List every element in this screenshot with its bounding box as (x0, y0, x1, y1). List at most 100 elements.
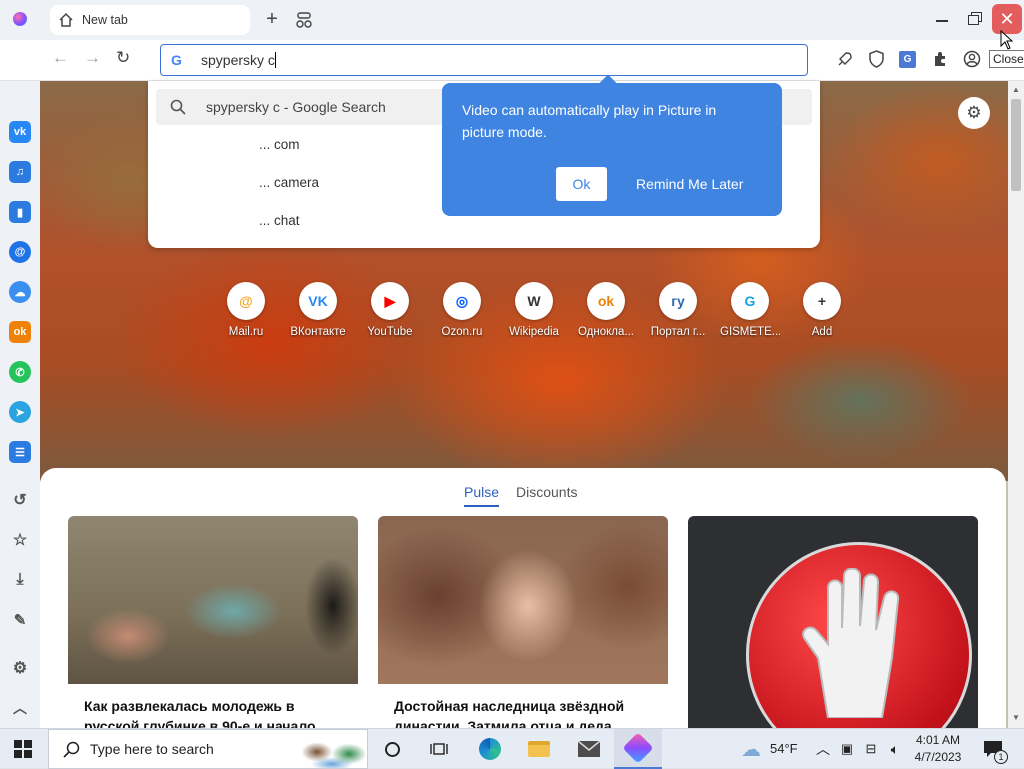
taskbar: Type here to search ☁ 54°F ︿ ▣ ⊟ 🔈︎ 4:01… (0, 728, 1024, 769)
whatsapp-icon[interactable]: ✆ (9, 361, 31, 383)
weather-icon[interactable]: ☁ (738, 737, 764, 761)
telegram-icon[interactable]: ➤ (9, 401, 31, 423)
mouse-cursor-icon (1000, 30, 1014, 50)
file-explorer-icon[interactable] (526, 737, 552, 761)
page-settings-button[interactable]: ⚙ (958, 97, 990, 129)
tab-discounts[interactable]: Discounts (516, 484, 577, 500)
theme-icon[interactable]: ✎ (9, 609, 31, 631)
speed-dial-tile[interactable]: @ Mail.ru (216, 282, 276, 338)
translate-icon[interactable]: G (899, 51, 916, 68)
site-icon: ▶ (371, 282, 409, 320)
notifications-icon[interactable]: 1 (980, 737, 1008, 764)
clock-date: 4/7/2023 (914, 750, 962, 764)
tile-label: YouTube (367, 326, 413, 338)
suggestion-text: ... camera (259, 175, 320, 190)
profile-icon[interactable] (963, 50, 981, 68)
remind-later-button[interactable]: Remind Me Later (636, 167, 743, 201)
start-button[interactable] (10, 737, 36, 761)
search-icon (170, 99, 186, 115)
news-card[interactable]: Достойная наследница звёздной династии. … (378, 516, 668, 728)
plus-icon: + (803, 282, 841, 320)
speed-dial-tile[interactable]: VK ВКонтакте (288, 282, 348, 338)
suggestion-text: ... com (259, 137, 300, 152)
page-scrollbar[interactable]: ▲ ▼ (1008, 81, 1024, 728)
mail-icon[interactable]: @ (9, 241, 31, 263)
weather-temp[interactable]: 54°F (770, 741, 798, 756)
collapse-icon[interactable]: ︿ (9, 697, 31, 719)
extensions-icon[interactable] (932, 51, 949, 68)
speed-dial-tile[interactable]: W Wikipedia (504, 282, 564, 338)
tile-label: Add (811, 326, 833, 338)
downloads-icon[interactable]: ⤓ (9, 569, 31, 591)
minimize-button[interactable] (936, 20, 948, 22)
mail-app-icon[interactable] (576, 737, 602, 761)
site-icon: G (731, 282, 769, 320)
news-card[interactable]: Как развлекалась молодежь в русской глуб… (68, 516, 358, 728)
speed-dial-tile[interactable]: ◎ Ozon.ru (432, 282, 492, 338)
volume-muted-icon[interactable]: 🔈︎ (882, 737, 908, 761)
history-icon[interactable]: ↺ (9, 489, 31, 511)
new-tab-button[interactable]: + (262, 9, 282, 29)
back-button[interactable]: ← (52, 49, 69, 66)
address-input[interactable]: spypersky c (201, 52, 275, 68)
music-icon[interactable]: ♫ (9, 161, 31, 183)
rocket-icon[interactable] (836, 51, 853, 68)
browser-taskbar-button[interactable] (614, 729, 662, 769)
list-icon[interactable]: ☰ (9, 441, 31, 463)
tray-chevron-icon[interactable]: ︿ (810, 737, 836, 761)
meet-now-icon[interactable]: ▣ (834, 737, 860, 761)
suggestion-item[interactable]: ... camera (259, 175, 319, 190)
search-highlight-image (297, 732, 367, 768)
scroll-down-arrow[interactable]: ▼ (1012, 713, 1020, 722)
tile-label: Портал г... (650, 326, 706, 338)
clock[interactable]: 4:01 AM 4/7/2023 (910, 732, 966, 766)
clock-time: 4:01 AM (915, 733, 961, 747)
tab-pulse-label: Pulse (464, 484, 500, 500)
tab-groups-icon[interactable] (295, 11, 313, 29)
news-card-title: Как развлекалась молодежь в русской глуб… (84, 698, 316, 728)
search-icon (63, 741, 80, 758)
settings-icon[interactable]: ⚙ (9, 657, 31, 679)
ok-button[interactable]: Ok (556, 167, 607, 201)
sidebar: vk ♫ ▮ @ ☁ ok ✆ ➤ ☰ ↺ ☆ ⤓ ✎ ⚙ ︿ (0, 81, 40, 728)
bookmarks-icon[interactable]: ☆ (9, 529, 31, 551)
cortana-icon[interactable] (379, 737, 405, 761)
text-caret (274, 52, 276, 68)
speed-dial-tile[interactable]: ▶ YouTube (360, 282, 420, 338)
address-bar[interactable]: G spypersky c (160, 44, 808, 76)
scroll-thumb[interactable] (1011, 99, 1021, 191)
site-icon: VK (299, 282, 337, 320)
speed-dial-tile[interactable]: G GISMETE... (720, 282, 780, 338)
restore-button[interactable] (968, 12, 984, 26)
add-tile-button[interactable]: + Add (792, 282, 852, 338)
browser-logo-icon[interactable] (13, 12, 27, 26)
cloud-icon[interactable]: ☁ (9, 281, 31, 303)
close-tooltip: Close (989, 50, 1024, 68)
ok-icon[interactable]: ok (9, 321, 31, 343)
suggestion-text: ... chat (259, 213, 300, 228)
remind-later-label: Remind Me Later (636, 176, 744, 192)
network-icon[interactable]: ⊟ (858, 737, 884, 761)
speed-dial-tile[interactable]: ok Однокла... (576, 282, 636, 338)
windows-icon (14, 740, 32, 758)
tab-new-tab[interactable]: New tab (50, 5, 250, 35)
taskbar-search-box[interactable]: Type here to search (48, 729, 368, 769)
speed-dial-tile[interactable]: гу Портал г... (648, 282, 708, 338)
tile-label: ВКонтакте (290, 326, 346, 338)
stats-icon[interactable]: ▮ (9, 201, 31, 223)
news-card[interactable] (688, 516, 978, 728)
browser-taskbar-icon (622, 732, 654, 764)
news-feed: Pulse Discounts Как развлекалась молодеж… (40, 468, 1006, 728)
scroll-up-arrow[interactable]: ▲ (1012, 85, 1020, 94)
edge-icon[interactable] (477, 737, 503, 761)
popup-message: Video can automatically play in Picture … (462, 102, 717, 140)
tab-pulse[interactable]: Pulse (464, 484, 500, 507)
task-view-icon[interactable] (426, 737, 452, 761)
tab-discounts-label: Discounts (516, 484, 578, 500)
reload-button[interactable]: ↻ (116, 49, 134, 67)
vk-icon[interactable]: vk (9, 121, 31, 143)
shield-icon[interactable] (868, 50, 885, 68)
forward-button[interactable]: → (84, 49, 101, 66)
suggestion-item[interactable]: ... com (259, 137, 300, 152)
suggestion-item[interactable]: ... chat (259, 213, 300, 228)
